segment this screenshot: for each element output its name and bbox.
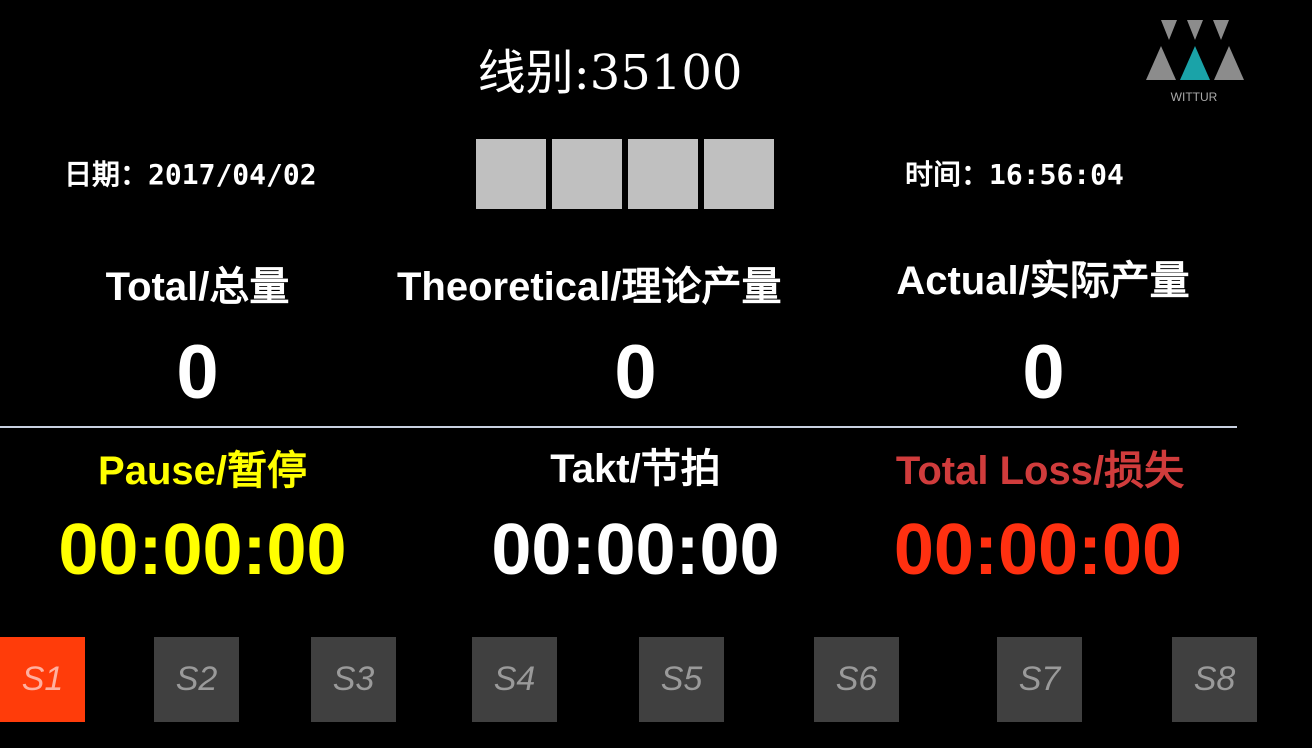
- station-label: S3: [332, 660, 375, 698]
- time-label: 时间：: [905, 158, 990, 191]
- total-value: 0: [176, 330, 219, 415]
- logo-text: WITTUR: [1170, 90, 1218, 104]
- theoretical-value: 0: [614, 330, 657, 415]
- station-button-s8[interactable]: S8: [1172, 637, 1257, 722]
- station-button-s5[interactable]: S5: [639, 637, 724, 722]
- station-button-s4[interactable]: S4: [472, 637, 557, 722]
- status-indicator-4: [704, 139, 774, 209]
- andon-board: 线别:35100 WITTUR 日期：2017/04/02 时间：16:56:0…: [0, 0, 1312, 748]
- pause-timer: 00:00:00: [58, 510, 347, 590]
- wittur-logo: WITTUR: [1144, 18, 1246, 108]
- station-button-s3[interactable]: S3: [311, 637, 396, 722]
- date-display: 日期：2017/04/02: [64, 155, 317, 195]
- total-loss-label: Total Loss/损失: [895, 449, 1185, 493]
- station-label: S8: [1193, 660, 1236, 698]
- station-label: S1: [21, 660, 64, 698]
- actual-label: Actual/实际产量: [896, 259, 1190, 303]
- takt-label: Takt/节拍: [550, 447, 721, 491]
- total-label: Total/总量: [105, 265, 290, 309]
- station-button-s1[interactable]: S1: [0, 637, 85, 722]
- pause-label: Pause/暂停: [98, 449, 307, 493]
- line-title: 线别:35100: [477, 45, 743, 101]
- total-loss-timer: 00:00:00: [893, 510, 1183, 590]
- station-label: S2: [175, 660, 218, 698]
- status-indicator-1: [476, 139, 546, 209]
- theoretical-label: Theoretical/理论产量: [397, 265, 782, 309]
- status-indicators: [476, 139, 774, 209]
- date-label: 日期：: [64, 158, 149, 191]
- station-button-s6[interactable]: S6: [814, 637, 899, 722]
- date-value: 2017/04/02: [148, 158, 317, 191]
- time-display: 时间：16:56:04: [905, 155, 1124, 195]
- logo-mark-icon: [1146, 20, 1244, 80]
- station-button-s7[interactable]: S7: [997, 637, 1082, 722]
- station-label: S5: [660, 660, 703, 698]
- station-label: S6: [835, 660, 878, 698]
- time-value: 16:56:04: [989, 158, 1124, 191]
- station-label: S4: [493, 660, 536, 698]
- station-button-s2[interactable]: S2: [154, 637, 239, 722]
- status-indicator-3: [628, 139, 698, 209]
- actual-value: 0: [1022, 330, 1065, 415]
- divider: [0, 426, 1237, 428]
- takt-timer: 00:00:00: [491, 510, 780, 590]
- status-indicator-2: [552, 139, 622, 209]
- station-label: S7: [1018, 660, 1061, 698]
